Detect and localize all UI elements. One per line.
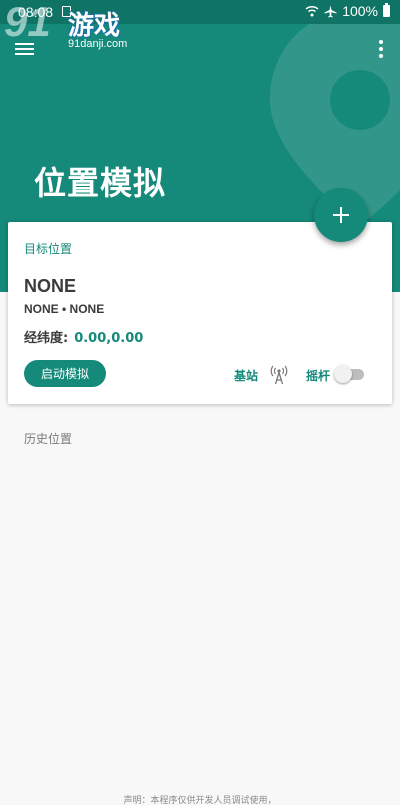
base-station-label: 基站 bbox=[234, 369, 259, 383]
plus-icon bbox=[333, 207, 349, 223]
target-location-card: 目标位置 NONE NONE • NONE 经纬度: 0.00,0.00 启动模拟… bbox=[8, 222, 392, 404]
battery-percent: 100% bbox=[342, 3, 378, 19]
airplane-icon bbox=[324, 5, 337, 17]
watermark-url: 91danji.com bbox=[68, 38, 128, 50]
joystick-toggle[interactable] bbox=[334, 365, 366, 383]
coordinate-label: 经纬度: bbox=[24, 331, 69, 346]
more-options-icon[interactable] bbox=[376, 40, 386, 62]
location-subtitle: NONE • NONE bbox=[24, 302, 105, 316]
coordinate-value: 0.00,0.00 bbox=[74, 331, 144, 346]
joystick-label: 摇杆 bbox=[306, 369, 331, 383]
cell-tower-icon[interactable] bbox=[270, 365, 288, 385]
menu-icon[interactable] bbox=[15, 40, 39, 62]
location-name: NONE bbox=[24, 276, 77, 296]
coordinate-row: 经纬度: 0.00,0.00 bbox=[24, 327, 143, 346]
start-simulation-button[interactable]: 启动模拟 bbox=[24, 360, 106, 387]
history-label: 历史位置 bbox=[24, 432, 73, 446]
card-label: 目标位置 bbox=[24, 242, 73, 256]
page-title: 位置模拟 bbox=[34, 164, 167, 202]
add-location-button[interactable] bbox=[314, 188, 368, 242]
watermark-text: 游戏 bbox=[68, 11, 121, 41]
toggle-thumb bbox=[334, 365, 352, 383]
battery-icon bbox=[383, 3, 390, 17]
status-indicators: 100% bbox=[305, 3, 390, 19]
wifi-icon bbox=[305, 5, 319, 17]
disclaimer-note: 声明：本程序仅供开发人员调试使用， bbox=[123, 796, 277, 805]
